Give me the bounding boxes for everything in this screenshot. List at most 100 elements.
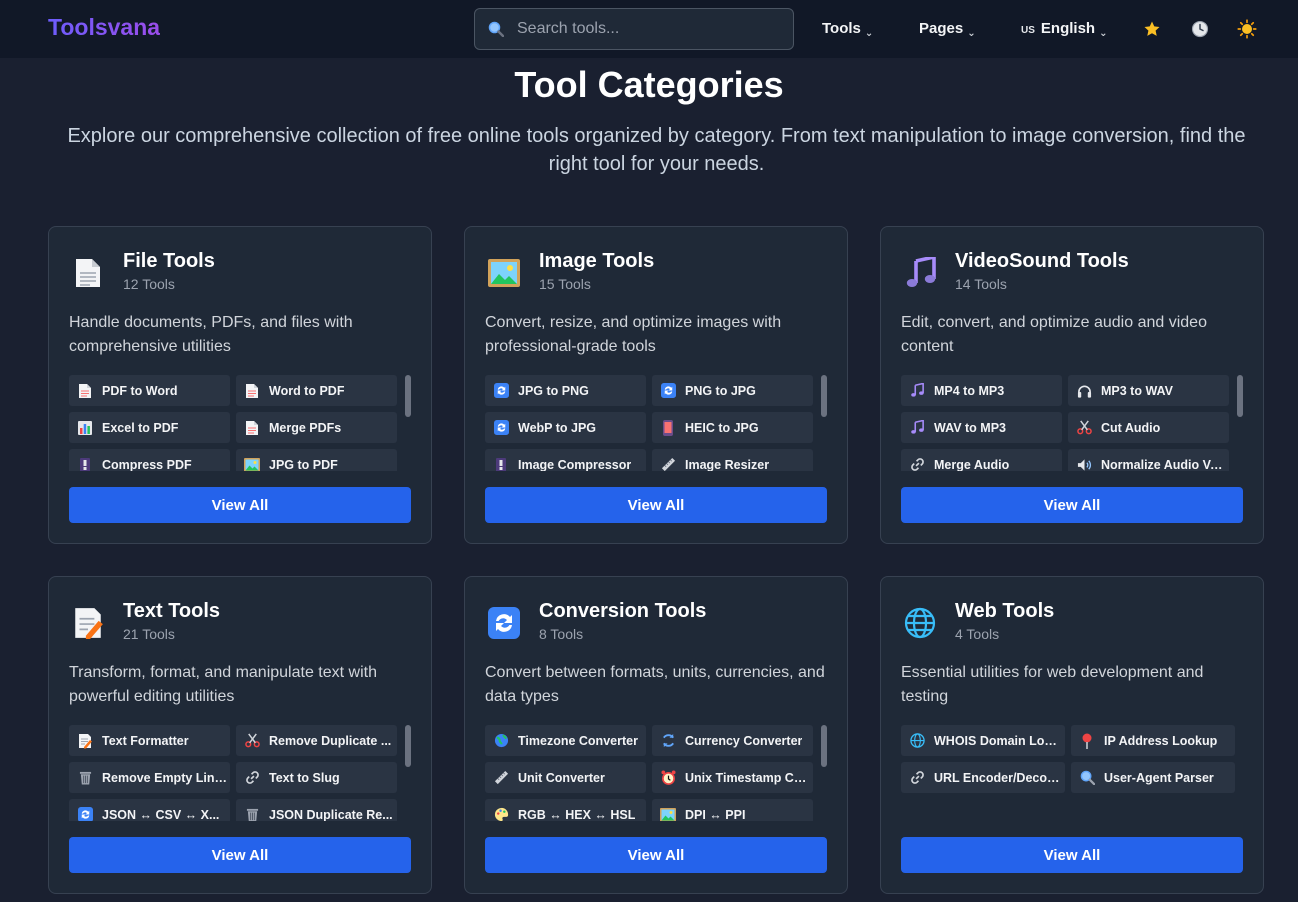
- tool-link[interactable]: Text Formatter: [69, 725, 230, 756]
- tool-link[interactable]: Compress PDF: [69, 449, 230, 471]
- tool-link[interactable]: WebP to JPG: [485, 412, 646, 443]
- convert-icon: [77, 807, 93, 821]
- tool-link[interactable]: Merge PDFs: [236, 412, 397, 443]
- card-title[interactable]: Conversion Tools: [539, 599, 706, 623]
- card-title[interactable]: Text Tools: [123, 599, 220, 623]
- view-all-button[interactable]: View All: [69, 487, 411, 523]
- tools-scrollbar[interactable]: [821, 725, 827, 767]
- globe-icon: [909, 733, 925, 749]
- tool-link[interactable]: MP4 to MP3: [901, 375, 1062, 406]
- tool-label: Text to Slug: [269, 770, 340, 785]
- search-input[interactable]: [517, 20, 777, 38]
- tool-link[interactable]: Merge Audio: [901, 449, 1062, 471]
- tool-label: Word to PDF: [269, 383, 345, 398]
- tools-list[interactable]: Text Formatter Remove Duplicate ... Remo…: [69, 725, 413, 821]
- tool-link[interactable]: Timezone Converter: [485, 725, 646, 756]
- search-box[interactable]: [474, 8, 794, 50]
- globe-icon: [493, 733, 509, 749]
- category-card-text-tools: Text Tools 21 Tools Transform, format, a…: [48, 576, 432, 894]
- tool-link[interactable]: User-Agent Parser: [1071, 762, 1235, 793]
- card-title[interactable]: Image Tools: [539, 249, 654, 273]
- tool-link[interactable]: JPG to PNG: [485, 375, 646, 406]
- tool-link[interactable]: Unix Timestamp Co...: [652, 762, 813, 793]
- language-selector[interactable]: US English ⌄: [1021, 20, 1107, 39]
- bar-chart-icon: [77, 420, 93, 436]
- scissors-icon: [1076, 420, 1092, 436]
- tool-count: 4 Tools: [955, 626, 1000, 642]
- top-navbar: Toolsvana Tools ⌄ Pages ⌄ US English ⌄: [0, 0, 1298, 58]
- tools-list[interactable]: MP4 to MP3 MP3 to WAV WAV to MP3 Cut Aud…: [901, 375, 1245, 471]
- tool-link[interactable]: DPI ↔ PPI: [652, 799, 813, 821]
- tools-scrollbar[interactable]: [1237, 375, 1243, 417]
- tools-list[interactable]: PDF to Word Word to PDF Excel to PDF Mer…: [69, 375, 413, 471]
- sun-icon[interactable]: [1236, 18, 1258, 40]
- card-title[interactable]: Web Tools: [955, 599, 1054, 623]
- tool-link[interactable]: HEIC to JPG: [652, 412, 813, 443]
- tool-link[interactable]: Excel to PDF: [69, 412, 230, 443]
- trash-icon: [77, 770, 93, 786]
- site-logo[interactable]: Toolsvana: [48, 14, 160, 41]
- tool-link[interactable]: JSON Duplicate Re...: [236, 799, 397, 821]
- tool-link[interactable]: IP Address Lookup: [1071, 725, 1235, 756]
- tool-label: Text Formatter: [102, 733, 189, 748]
- tool-link[interactable]: Image Compressor: [485, 449, 646, 471]
- tools-list[interactable]: WHOIS Domain Loo... IP Address Lookup UR…: [901, 725, 1245, 821]
- card-title[interactable]: File Tools: [123, 249, 215, 273]
- history-icon[interactable]: [1189, 18, 1211, 40]
- chevron-down-icon: ⌄: [967, 28, 976, 39]
- tool-link[interactable]: Cut Audio: [1068, 412, 1229, 443]
- tool-link[interactable]: Currency Converter: [652, 725, 813, 756]
- card-description: Convert between formats, units, currenci…: [485, 664, 825, 705]
- tool-label: MP3 to WAV: [1101, 383, 1173, 398]
- tool-link[interactable]: JPG to PDF: [236, 449, 397, 471]
- tools-scrollbar[interactable]: [405, 725, 411, 767]
- card-header: Web Tools 4 Tools: [901, 599, 1054, 645]
- tool-link[interactable]: Unit Converter: [485, 762, 646, 793]
- tool-link[interactable]: WAV to MP3: [901, 412, 1062, 443]
- speaker-icon: [1076, 457, 1092, 472]
- tool-link[interactable]: Text to Slug: [236, 762, 397, 793]
- tool-link[interactable]: WHOIS Domain Loo...: [901, 725, 1065, 756]
- tool-link[interactable]: Image Resizer: [652, 449, 813, 471]
- view-all-button[interactable]: View All: [69, 837, 411, 873]
- tools-scrollbar[interactable]: [821, 375, 827, 417]
- category-card-file-tools: File Tools 12 Tools Handle documents, PD…: [48, 226, 432, 544]
- tool-link[interactable]: PNG to JPG: [652, 375, 813, 406]
- view-all-button[interactable]: View All: [485, 837, 827, 873]
- tool-link[interactable]: JSON ↔ CSV ↔ X...: [69, 799, 230, 821]
- nav-tools-label: Tools: [822, 20, 861, 37]
- card-title[interactable]: VideoSound Tools: [955, 249, 1129, 273]
- nav-tools-dropdown[interactable]: Tools ⌄: [822, 20, 874, 39]
- tool-link[interactable]: MP3 to WAV: [1068, 375, 1229, 406]
- convert-icon: [493, 383, 509, 399]
- tool-count: 8 Tools: [539, 626, 584, 642]
- tool-label: Remove Duplicate ...: [269, 733, 392, 748]
- tool-label: JPG to PNG: [518, 383, 589, 398]
- tool-link[interactable]: Remove Duplicate ...: [236, 725, 397, 756]
- tool-label: PDF to Word: [102, 383, 178, 398]
- tool-link[interactable]: PDF to Word: [69, 375, 230, 406]
- tools-list[interactable]: JPG to PNG PNG to JPG WebP to JPG HEIC t…: [485, 375, 829, 471]
- picture-icon: [485, 251, 523, 295]
- tool-link[interactable]: Remove Empty Lines: [69, 762, 230, 793]
- compress-icon: [493, 457, 509, 471]
- card-description: Edit, convert, and optimize audio and vi…: [901, 314, 1207, 355]
- page-title: Tool Categories: [514, 64, 784, 105]
- view-all-button[interactable]: View All: [901, 487, 1243, 523]
- tool-link[interactable]: Word to PDF: [236, 375, 397, 406]
- trash-icon: [244, 807, 260, 821]
- tools-list[interactable]: Timezone Converter Currency Converter Un…: [485, 725, 829, 821]
- tool-link[interactable]: URL Encoder/Decod...: [901, 762, 1065, 793]
- tool-label: Currency Converter: [685, 733, 803, 748]
- view-all-button[interactable]: View All: [901, 837, 1243, 873]
- tool-link[interactable]: RGB ↔ HEX ↔ HSL: [485, 799, 646, 821]
- star-icon[interactable]: [1141, 18, 1163, 40]
- view-all-button[interactable]: View All: [485, 487, 827, 523]
- compress-icon: [77, 457, 93, 471]
- tool-label: Unix Timestamp Co...: [685, 770, 811, 785]
- tools-scrollbar[interactable]: [405, 375, 411, 417]
- tool-link[interactable]: Normalize Audio Vo...: [1068, 449, 1229, 471]
- chevron-down-icon: ⌄: [864, 28, 874, 39]
- tool-label: Excel to PDF: [102, 420, 179, 435]
- nav-pages-dropdown[interactable]: Pages ⌄: [919, 20, 976, 39]
